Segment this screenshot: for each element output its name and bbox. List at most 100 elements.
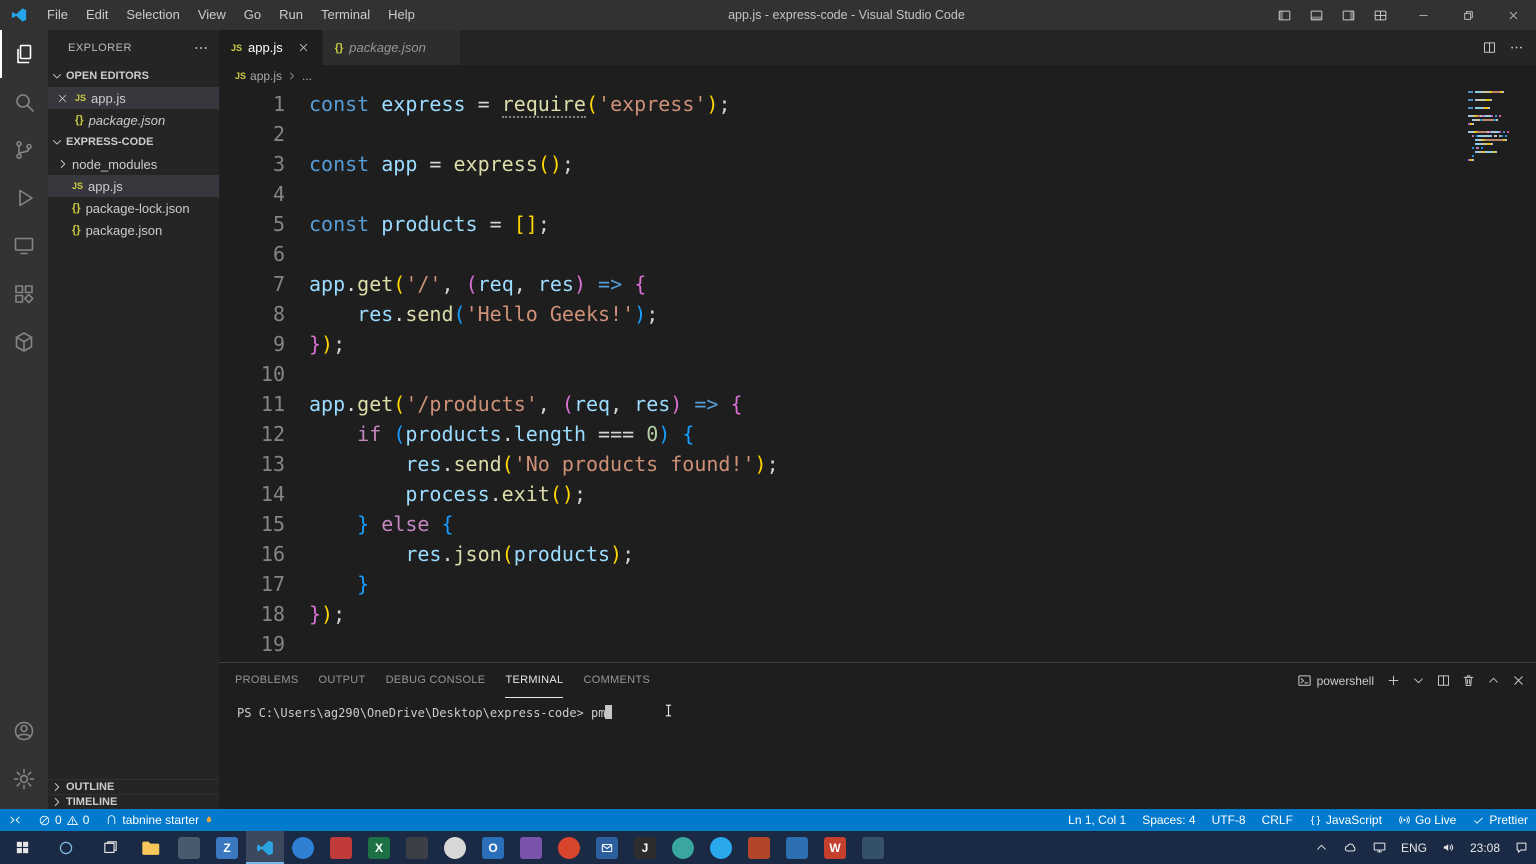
- taskbar-app-z[interactable]: Z: [208, 831, 246, 864]
- tab-package.json[interactable]: {}package.json: [323, 30, 461, 65]
- taskbar-monitor-app[interactable]: [854, 831, 892, 864]
- folder-header[interactable]: EXPRESS-CODE: [48, 131, 219, 153]
- breadcrumb-more[interactable]: ...: [302, 69, 312, 83]
- close-panel-button[interactable]: [1511, 673, 1526, 688]
- activity-source-control[interactable]: [0, 126, 48, 174]
- status-go-live[interactable]: Go Live: [1390, 809, 1464, 831]
- code-editor[interactable]: 12345678910111213141516171819 const expr…: [219, 87, 1536, 662]
- file-app.js[interactable]: JSapp.js: [48, 175, 219, 197]
- status-indentation[interactable]: Spaces: 4: [1134, 809, 1203, 831]
- activity-settings[interactable]: [0, 755, 48, 803]
- activity-explorer[interactable]: [0, 30, 48, 78]
- taskbar-skype[interactable]: [702, 831, 740, 864]
- customize-layout-button[interactable]: [1365, 2, 1395, 28]
- minimize-button[interactable]: [1401, 0, 1446, 30]
- menu-edit[interactable]: Edit: [77, 0, 117, 30]
- taskbar-visual-studio[interactable]: [512, 831, 550, 864]
- volume-tray[interactable]: [1434, 831, 1463, 864]
- breadcrumb-file[interactable]: app.js: [250, 69, 282, 83]
- taskbar-outlook[interactable]: O: [474, 831, 512, 864]
- restore-button[interactable]: [1446, 0, 1491, 30]
- clock[interactable]: 23:08: [1463, 831, 1507, 864]
- activity-account[interactable]: [0, 707, 48, 755]
- panel-tab-comments[interactable]: COMMENTS: [583, 663, 650, 698]
- status-eol[interactable]: CRLF: [1254, 809, 1301, 831]
- taskbar-photos-app[interactable]: [170, 831, 208, 864]
- split-editor-button[interactable]: [1482, 40, 1497, 55]
- toggle-panel-button[interactable]: [1301, 2, 1331, 28]
- status-tabnine[interactable]: tabnine starter: [97, 809, 223, 831]
- taskbar-app-red[interactable]: [322, 831, 360, 864]
- file-package.json[interactable]: {}package.json: [48, 219, 219, 241]
- more-actions-icon[interactable]: [193, 40, 209, 56]
- activity-remote-explorer[interactable]: [0, 222, 48, 270]
- activity-run-debug[interactable]: [0, 174, 48, 222]
- tray-network[interactable]: [1365, 831, 1394, 864]
- file-package-lock.json[interactable]: {}package-lock.json: [48, 197, 219, 219]
- menu-run[interactable]: Run: [270, 0, 312, 30]
- menu-view[interactable]: View: [189, 0, 235, 30]
- open-editor-app.js[interactable]: JSapp.js: [48, 87, 219, 109]
- taskbar-file-explorer[interactable]: [132, 831, 170, 864]
- new-terminal-button[interactable]: [1386, 673, 1401, 688]
- section-outline[interactable]: OUTLINE: [48, 779, 219, 794]
- close-window-button[interactable]: [1491, 0, 1536, 30]
- taskbar-vscode[interactable]: [246, 831, 284, 864]
- menu-terminal[interactable]: Terminal: [312, 0, 379, 30]
- terminal-shell-selector[interactable]: powershell: [1297, 673, 1374, 688]
- status-encoding[interactable]: UTF-8: [1204, 809, 1254, 831]
- activity-references[interactable]: [0, 318, 48, 366]
- close-tab-icon[interactable]: [297, 41, 310, 54]
- cortana-search-button[interactable]: [44, 831, 88, 864]
- panel-tab-debug-console[interactable]: DEBUG CONSOLE: [386, 663, 486, 698]
- taskbar-edge[interactable]: [284, 831, 322, 864]
- split-terminal-button[interactable]: [1436, 673, 1451, 688]
- more-editor-actions-button[interactable]: [1509, 40, 1524, 55]
- taskbar-app-orange[interactable]: [740, 831, 778, 864]
- activity-extensions[interactable]: [0, 270, 48, 318]
- open-editors-header[interactable]: OPEN EDITORS: [48, 65, 219, 87]
- tray-onedrive[interactable]: [1336, 831, 1365, 864]
- menu-go[interactable]: Go: [235, 0, 270, 30]
- section-timeline[interactable]: TIMELINE: [48, 794, 219, 809]
- tray-hidden-icons[interactable]: [1307, 831, 1336, 864]
- open-editor-package.json[interactable]: {}package.json: [48, 109, 219, 131]
- task-view-button[interactable]: [88, 831, 132, 864]
- language-indicator[interactable]: ENG: [1394, 831, 1434, 864]
- maximize-panel-button[interactable]: [1486, 673, 1501, 688]
- minimap[interactable]: [1468, 91, 1526, 167]
- activity-search[interactable]: [0, 78, 48, 126]
- status-language-mode[interactable]: JavaScript: [1301, 809, 1390, 831]
- status-cursor-position[interactable]: Ln 1, Col 1: [1060, 809, 1134, 831]
- close-icon[interactable]: [56, 92, 69, 105]
- taskbar-mail[interactable]: [588, 831, 626, 864]
- toggle-sidebar-icon: [1277, 8, 1292, 23]
- code-content[interactable]: const express = require('express');const…: [285, 89, 779, 662]
- taskbar-word-red[interactable]: W: [816, 831, 854, 864]
- taskbar-app-dark[interactable]: [398, 831, 436, 864]
- taskbar-app-teal[interactable]: [664, 831, 702, 864]
- action-center-button[interactable]: [1507, 831, 1536, 864]
- menu-help[interactable]: Help: [379, 0, 424, 30]
- status-prettier[interactable]: Prettier: [1464, 809, 1536, 831]
- status-problems[interactable]: 00: [30, 809, 97, 831]
- toggle-sidebar-button[interactable]: [1269, 2, 1299, 28]
- menu-selection[interactable]: Selection: [117, 0, 188, 30]
- status-remote-window[interactable]: [0, 809, 30, 831]
- start-button[interactable]: [0, 831, 44, 864]
- taskbar-excel[interactable]: X: [360, 831, 398, 864]
- menu-file[interactable]: File: [38, 0, 77, 30]
- taskbar-display-app[interactable]: [778, 831, 816, 864]
- panel-tab-problems[interactable]: PROBLEMS: [235, 663, 299, 698]
- toggle-secondary-sidebar-button[interactable]: [1333, 2, 1363, 28]
- panel-tab-output[interactable]: OUTPUT: [319, 663, 366, 698]
- launch-profile-button[interactable]: [1411, 673, 1426, 688]
- panel-tab-terminal[interactable]: TERMINAL: [505, 663, 563, 698]
- tab-app.js[interactable]: JSapp.js: [219, 30, 323, 65]
- taskbar-app-j[interactable]: J: [626, 831, 664, 864]
- taskbar-chrome[interactable]: [436, 831, 474, 864]
- file-node_modules[interactable]: node_modules: [48, 153, 219, 175]
- kill-terminal-button[interactable]: [1461, 673, 1476, 688]
- terminal[interactable]: PS C:\Users\ag290\OneDrive\Desktop\expre…: [219, 698, 1536, 809]
- taskbar-brave[interactable]: [550, 831, 588, 864]
